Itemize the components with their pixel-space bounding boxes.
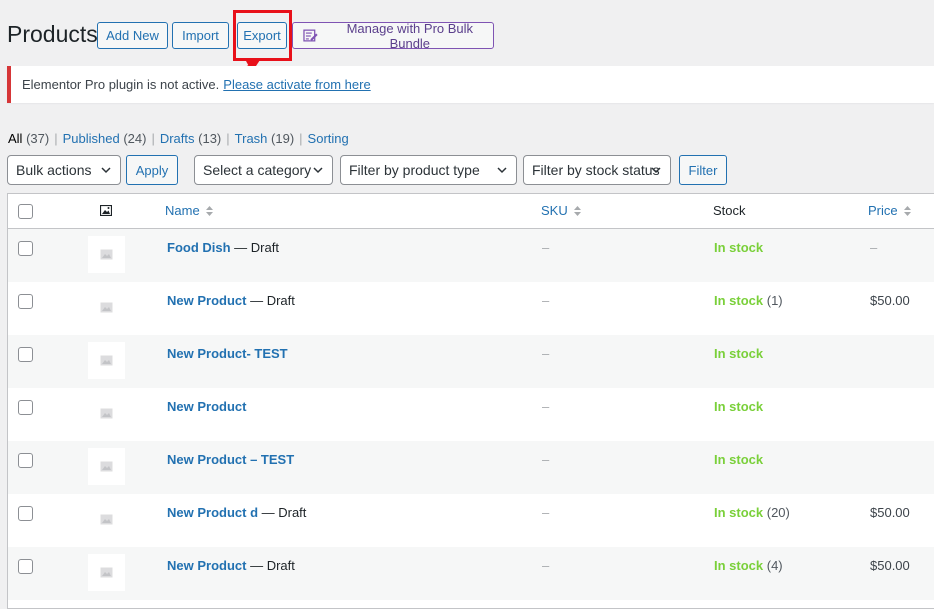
image-placeholder-icon xyxy=(100,514,113,525)
product-thumbnail[interactable] xyxy=(88,342,125,379)
chevron-down-icon xyxy=(651,167,661,174)
chevron-down-icon xyxy=(313,167,323,174)
page-title: Products xyxy=(7,21,98,47)
product-name[interactable]: Food Dish — Draft xyxy=(167,240,279,255)
table-row: New Product — Draft – In stock (1) $50.0… xyxy=(8,282,934,335)
view-sorting[interactable]: Sorting xyxy=(308,131,349,146)
product-sku: – xyxy=(542,399,550,414)
product-sku: – xyxy=(542,558,550,573)
product-name[interactable]: New Product xyxy=(167,399,246,414)
notice-activate-link[interactable]: Please activate from here xyxy=(223,77,370,92)
product-sku: – xyxy=(542,346,550,361)
product-stock: In stock xyxy=(714,346,764,361)
product-name[interactable]: New Product d — Draft xyxy=(167,505,306,520)
sort-icon xyxy=(573,205,581,216)
column-stock: Stock xyxy=(713,203,746,218)
bulk-actions-select[interactable]: Bulk actions xyxy=(7,155,121,185)
view-drafts[interactable]: Drafts (13) xyxy=(160,131,221,146)
product-price: $50.00 xyxy=(870,558,910,573)
sort-icon xyxy=(903,205,911,216)
products-table: Name SKU Stock Price Food Dish — Draft –… xyxy=(7,193,934,609)
row-checkbox[interactable] xyxy=(18,241,33,256)
image-placeholder-icon xyxy=(100,567,113,578)
product-thumbnail[interactable] xyxy=(88,554,125,591)
elementor-notice: Elementor Pro plugin is not active. Plea… xyxy=(7,66,934,103)
product-thumbnail[interactable] xyxy=(88,501,125,538)
product-name[interactable]: New Product — Draft xyxy=(167,558,295,573)
image-placeholder-icon xyxy=(100,302,113,313)
import-button[interactable]: Import xyxy=(172,22,229,49)
product-stock: In stock xyxy=(714,240,764,255)
column-price-sort[interactable]: Price xyxy=(868,203,912,218)
product-stock: In stock xyxy=(714,452,764,467)
row-checkbox[interactable] xyxy=(18,506,33,521)
product-stock: In stock (20) xyxy=(714,505,790,520)
table-row: New Product – TEST – In stock xyxy=(8,441,934,494)
product-type-select[interactable]: Filter by product type xyxy=(340,155,517,185)
pro-bulk-bundle-button[interactable]: Manage with Pro Bulk Bundle xyxy=(292,20,494,51)
chevron-down-icon xyxy=(497,167,507,174)
edit-sheet-icon xyxy=(303,29,318,42)
table-header: Name SKU Stock Price xyxy=(8,194,934,229)
chevron-down-icon xyxy=(101,167,111,174)
product-sku: – xyxy=(542,452,550,467)
product-name[interactable]: New Product – TEST xyxy=(167,452,294,467)
product-sku: – xyxy=(542,505,550,520)
image-placeholder-icon xyxy=(100,249,113,260)
product-price: $50.00 xyxy=(870,293,910,308)
view-trash[interactable]: Trash (19) xyxy=(235,131,295,146)
table-row: New Product – In stock xyxy=(8,388,934,441)
product-price: – xyxy=(870,240,878,255)
notice-text: Elementor Pro plugin is not active. xyxy=(22,77,220,92)
product-stock: In stock xyxy=(714,399,764,414)
product-sku: – xyxy=(542,240,550,255)
annotation-highlight-box xyxy=(233,10,292,61)
image-icon xyxy=(100,205,112,216)
product-thumbnail[interactable] xyxy=(88,395,125,432)
row-checkbox[interactable] xyxy=(18,453,33,468)
view-all[interactable]: All (37) xyxy=(8,131,49,146)
status-views: All (37) | Published (24) | Drafts (13) … xyxy=(8,131,349,146)
product-thumbnail[interactable] xyxy=(88,236,125,273)
table-row: Food Dish — Draft – In stock – xyxy=(8,229,934,282)
page-header: Products Add New Import Export Manage wi… xyxy=(0,0,934,66)
row-checkbox[interactable] xyxy=(18,559,33,574)
row-checkbox[interactable] xyxy=(18,400,33,415)
apply-button[interactable]: Apply xyxy=(126,155,178,185)
image-placeholder-icon xyxy=(100,408,113,419)
select-all-checkbox[interactable] xyxy=(18,204,33,219)
table-row: New Product — Draft – In stock (4) $50.0… xyxy=(8,547,934,600)
row-checkbox[interactable] xyxy=(18,347,33,362)
stock-status-select[interactable]: Filter by stock status xyxy=(523,155,671,185)
row-checkbox[interactable] xyxy=(18,294,33,309)
product-sku: – xyxy=(542,293,550,308)
category-select[interactable]: Select a category xyxy=(194,155,333,185)
product-thumbnail[interactable] xyxy=(88,448,125,485)
pro-bulk-bundle-label: Manage with Pro Bulk Bundle xyxy=(346,20,474,51)
product-name[interactable]: New Product — Draft xyxy=(167,293,295,308)
sort-icon xyxy=(205,205,213,216)
product-thumbnail[interactable] xyxy=(88,289,125,326)
filter-button[interactable]: Filter xyxy=(679,155,727,185)
product-stock: In stock (4) xyxy=(714,558,783,573)
product-stock: In stock (1) xyxy=(714,293,783,308)
product-name[interactable]: New Product- TEST xyxy=(167,346,288,361)
add-new-button[interactable]: Add New xyxy=(97,22,168,49)
column-sku-sort[interactable]: SKU xyxy=(541,203,582,218)
table-row: New Product d — Draft – In stock (20) $5… xyxy=(8,494,934,547)
product-price: $50.00 xyxy=(870,505,910,520)
table-row: New Product- TEST – In stock xyxy=(8,335,934,388)
image-placeholder-icon xyxy=(100,461,113,472)
column-name-sort[interactable]: Name xyxy=(165,203,214,218)
image-placeholder-icon xyxy=(100,355,113,366)
view-published[interactable]: Published (24) xyxy=(63,131,147,146)
